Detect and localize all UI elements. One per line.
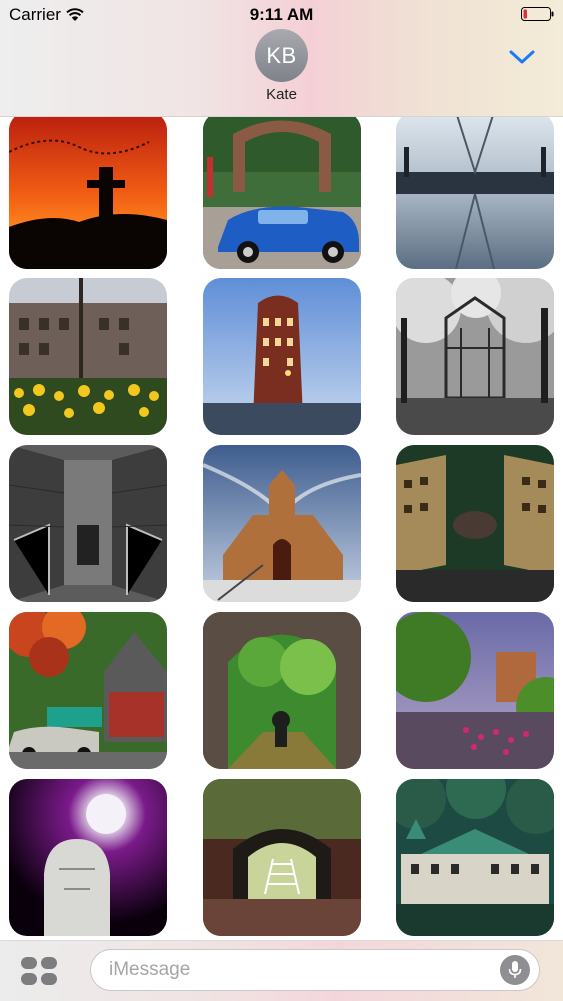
photo-thumbnail[interactable] [9, 612, 167, 769]
photo-thumbnail[interactable] [396, 779, 554, 936]
photo-thumbnail[interactable] [203, 445, 361, 602]
message-input-bar [0, 940, 563, 1001]
photo-thumbnail[interactable] [203, 779, 361, 936]
photo-thumbnail[interactable] [9, 278, 167, 435]
apps-icon [21, 957, 57, 985]
photo-thumbnail[interactable] [396, 612, 554, 769]
photo-thumbnail[interactable] [396, 445, 554, 602]
conversation-header: Carrier 9:11 AM KB Kate [0, 0, 563, 117]
photo-thumbnail[interactable] [9, 779, 167, 936]
photo-thumbnail[interactable] [396, 116, 554, 269]
status-bar: Carrier 9:11 AM [0, 0, 563, 30]
photo-thumbnail[interactable] [396, 278, 554, 435]
photo-thumbnail[interactable] [203, 278, 361, 435]
photo-thumbnail[interactable] [203, 116, 361, 269]
photo-grid [0, 116, 563, 940]
photo-thumbnail[interactable] [9, 445, 167, 602]
avatar-initials: KB [266, 42, 297, 68]
photo-thumbnail[interactable] [203, 612, 361, 769]
apps-button[interactable] [20, 956, 58, 986]
contact-avatar[interactable]: KB [255, 29, 308, 82]
contact-name[interactable]: Kate [0, 86, 563, 103]
battery-icon [521, 7, 554, 21]
photo-thumbnail[interactable] [9, 116, 167, 269]
microphone-button[interactable] [500, 955, 530, 985]
microphone-icon [508, 961, 522, 978]
status-time: 9:11 AM [249, 5, 314, 24]
message-input[interactable] [90, 949, 540, 991]
chevron-down-icon[interactable] [508, 48, 536, 66]
